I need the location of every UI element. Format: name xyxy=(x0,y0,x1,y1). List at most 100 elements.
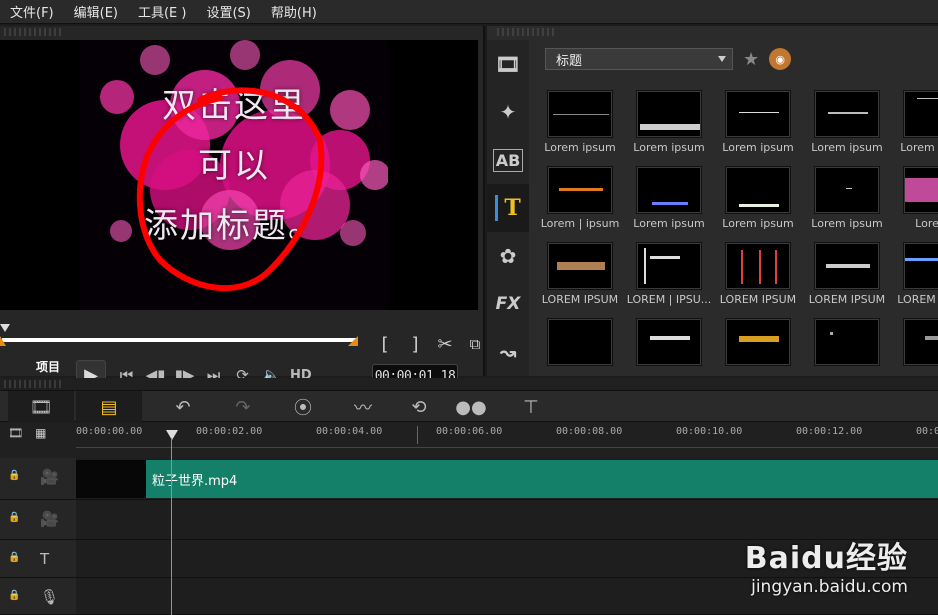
thumbnail-label: Lorem ipsum xyxy=(900,141,938,154)
ruler-tick-label: 00:00:10.00 xyxy=(676,426,743,437)
scrub-track[interactable] xyxy=(2,338,356,342)
ruler-tick-label: 00:00:04.00 xyxy=(316,426,383,437)
title-track-header[interactable]: 🔒 T xyxy=(0,540,76,578)
thumbnail-label: LOREM IPSUM xyxy=(719,293,797,306)
title-thumbnail[interactable]: Lorem ipsum xyxy=(893,82,938,156)
media-icon: 🎞 xyxy=(495,52,521,76)
storyboard-view-icon[interactable]: 🎞 xyxy=(8,391,74,423)
film-reel-icon[interactable]: ◉ xyxy=(769,48,792,70)
auto-music-icon[interactable]: ⟲ xyxy=(404,391,434,423)
mode-project[interactable]: 项目 xyxy=(36,358,60,376)
lock-icon[interactable]: 🔒 xyxy=(8,512,20,523)
panel-grip[interactable] xyxy=(497,28,557,36)
instant-project-button[interactable]: ✦ xyxy=(487,88,529,136)
library-toolbar: 标题 ★ ◉ xyxy=(529,40,938,78)
undo-icon[interactable]: ↶ xyxy=(168,391,198,423)
menu-file[interactable]: 文件(F) xyxy=(0,2,64,21)
subtitle-editor-icon[interactable]: ⊤ xyxy=(516,391,546,423)
video-track-header[interactable]: 🔒 🎥 xyxy=(0,458,76,500)
ruler-tick-label: 00:00:00.00 xyxy=(76,426,143,437)
title-line-3[interactable]: 添加标题。 xyxy=(80,198,388,247)
lock-icon[interactable]: 🔒 xyxy=(8,470,20,481)
title-thumbnail[interactable]: LOREM IPSU... xyxy=(893,234,938,308)
title-thumbnail[interactable] xyxy=(626,310,712,376)
overlay-track-header[interactable]: 🔒 🎥 xyxy=(0,500,76,540)
preview-scrubber[interactable] xyxy=(0,318,360,348)
title-thumbnail[interactable]: Lorem ipsum xyxy=(626,82,712,156)
thumbnail-label: Lorem | ipsum xyxy=(540,217,620,230)
category-dropdown[interactable]: 标题 xyxy=(545,48,733,70)
mark-out-marker[interactable] xyxy=(348,336,358,346)
title-thumbnail[interactable]: Lorem ipsum xyxy=(626,158,712,232)
redo-icon[interactable]: ↷ xyxy=(228,391,258,423)
path-button[interactable]: ↝ xyxy=(487,328,529,376)
video-track-icon[interactable]: 🎞 xyxy=(8,426,23,440)
title-thumbnail[interactable]: LOREM IPSUM xyxy=(715,234,801,308)
title-thumbnail[interactable] xyxy=(537,310,623,376)
media-library-button[interactable]: 🎞 xyxy=(487,40,529,88)
thumbnail-label: Lorem ipsum xyxy=(811,141,883,154)
lock-icon[interactable]: 🔒 xyxy=(8,552,20,563)
copy-icon[interactable]: ⧉ xyxy=(460,332,490,356)
graphics-button[interactable]: ✿ xyxy=(487,232,529,280)
menu-edit[interactable]: 编辑(E) xyxy=(64,2,128,21)
video-clip[interactable]: 粒子世界.mp4 xyxy=(146,460,938,498)
title-thumbnail[interactable] xyxy=(804,310,890,376)
scissors-icon[interactable]: ✂ xyxy=(430,332,460,356)
motion-tracking-icon[interactable]: ●● xyxy=(455,391,486,423)
video-frame[interactable]: 双击这里 可以 添加标题。 xyxy=(80,40,388,310)
library-panel: 🎞 ✦ AB T ✿ FX ↝ 标题 ★ ◉ Lorem ipsum Lorem… xyxy=(487,26,938,376)
preview-stage[interactable]: 双击这里 可以 添加标题。 xyxy=(0,40,478,310)
panel-grip[interactable] xyxy=(4,380,64,388)
title-line-2[interactable]: 可以 xyxy=(80,138,388,187)
menu-tools[interactable]: 工具(E ) xyxy=(128,2,197,21)
clip-thumbnail[interactable] xyxy=(76,460,146,498)
scrub-handle[interactable] xyxy=(0,324,10,332)
menu-help[interactable]: 帮助(H) xyxy=(261,2,327,21)
overlay-track-icon[interactable]: ▦ xyxy=(35,426,46,440)
record-capture-icon[interactable]: ⦿ xyxy=(288,391,318,423)
library-sidebar: 🎞 ✦ AB T ✿ FX ↝ xyxy=(487,40,529,376)
title-thumbnail[interactable]: Lorem ipsum xyxy=(804,82,890,156)
title-thumbnail[interactable]: LOREM | IPSU... xyxy=(626,234,712,308)
title-thumbnail[interactable]: Lorem ipsum xyxy=(715,82,801,156)
lock-icon[interactable]: 🔒 xyxy=(8,590,20,601)
bokeh-particle xyxy=(140,45,170,75)
video-track[interactable]: 粒子世界.mp4 xyxy=(76,458,938,500)
thumbnail-label: Lorem ipsum xyxy=(544,141,616,154)
mark-out-button[interactable]: ] xyxy=(400,332,430,356)
title-thumbnail[interactable]: Lorem ipsum xyxy=(804,158,890,232)
fx-icon: FX xyxy=(495,294,521,314)
add-to-favorites-icon[interactable]: ★ xyxy=(743,49,759,70)
ruler-tick-label: 00:00:12.00 xyxy=(796,426,863,437)
ruler-tick-label: 00:00:06.00 xyxy=(436,426,503,437)
overlay-track-icon: 🎥 xyxy=(40,510,59,528)
title-thumbnail[interactable]: Lorem ipsum xyxy=(715,158,801,232)
voice-track-header[interactable]: 🔒 🎙 xyxy=(0,578,76,615)
timeline-view-icon[interactable]: ▤ xyxy=(76,391,142,423)
filter-button[interactable]: FX xyxy=(487,280,529,328)
title-thumbnail[interactable]: LOREM IPSUM xyxy=(804,234,890,308)
menu-settings[interactable]: 设置(S) xyxy=(196,2,260,21)
title-thumbnail[interactable]: Lorem | xyxy=(893,158,938,232)
title-thumbnail[interactable]: LOREM IPSUM xyxy=(537,234,623,308)
panel-grip[interactable] xyxy=(4,28,64,36)
title-line-1[interactable]: 双击这里 xyxy=(80,78,388,127)
thumbnail-label: Lorem | xyxy=(915,217,938,230)
title-thumbnail[interactable]: Lorem | ipsum xyxy=(537,158,623,232)
title-button[interactable]: T xyxy=(487,184,529,232)
graphics-icon: ✿ xyxy=(499,244,517,268)
path-icon: ↝ xyxy=(499,340,517,364)
transition-button[interactable]: AB xyxy=(487,136,529,184)
playhead-handle[interactable] xyxy=(166,430,178,440)
time-ruler[interactable]: 00:00:00.00 00:00:02.00 00:00:04.00 00:0… xyxy=(76,424,938,448)
mark-in-marker[interactable] xyxy=(0,336,6,346)
track-view-toggle: 🎞 ▦ xyxy=(8,426,46,440)
audio-mixer-icon[interactable]: 〰 xyxy=(348,391,378,423)
preview-panel: 双击这里 可以 添加标题。 [ ] ✂ ⧉ 项目 片段 ▶ ⏮ ◀▮ ▮▶ ⏭ … xyxy=(0,26,485,392)
mark-in-button[interactable]: [ xyxy=(370,332,400,356)
title-thumbnail[interactable] xyxy=(893,310,938,376)
title-thumbnail[interactable]: Lorem ipsum xyxy=(537,82,623,156)
title-thumbnail[interactable] xyxy=(715,310,801,376)
thumbnail-label: Lorem ipsum xyxy=(722,217,794,230)
